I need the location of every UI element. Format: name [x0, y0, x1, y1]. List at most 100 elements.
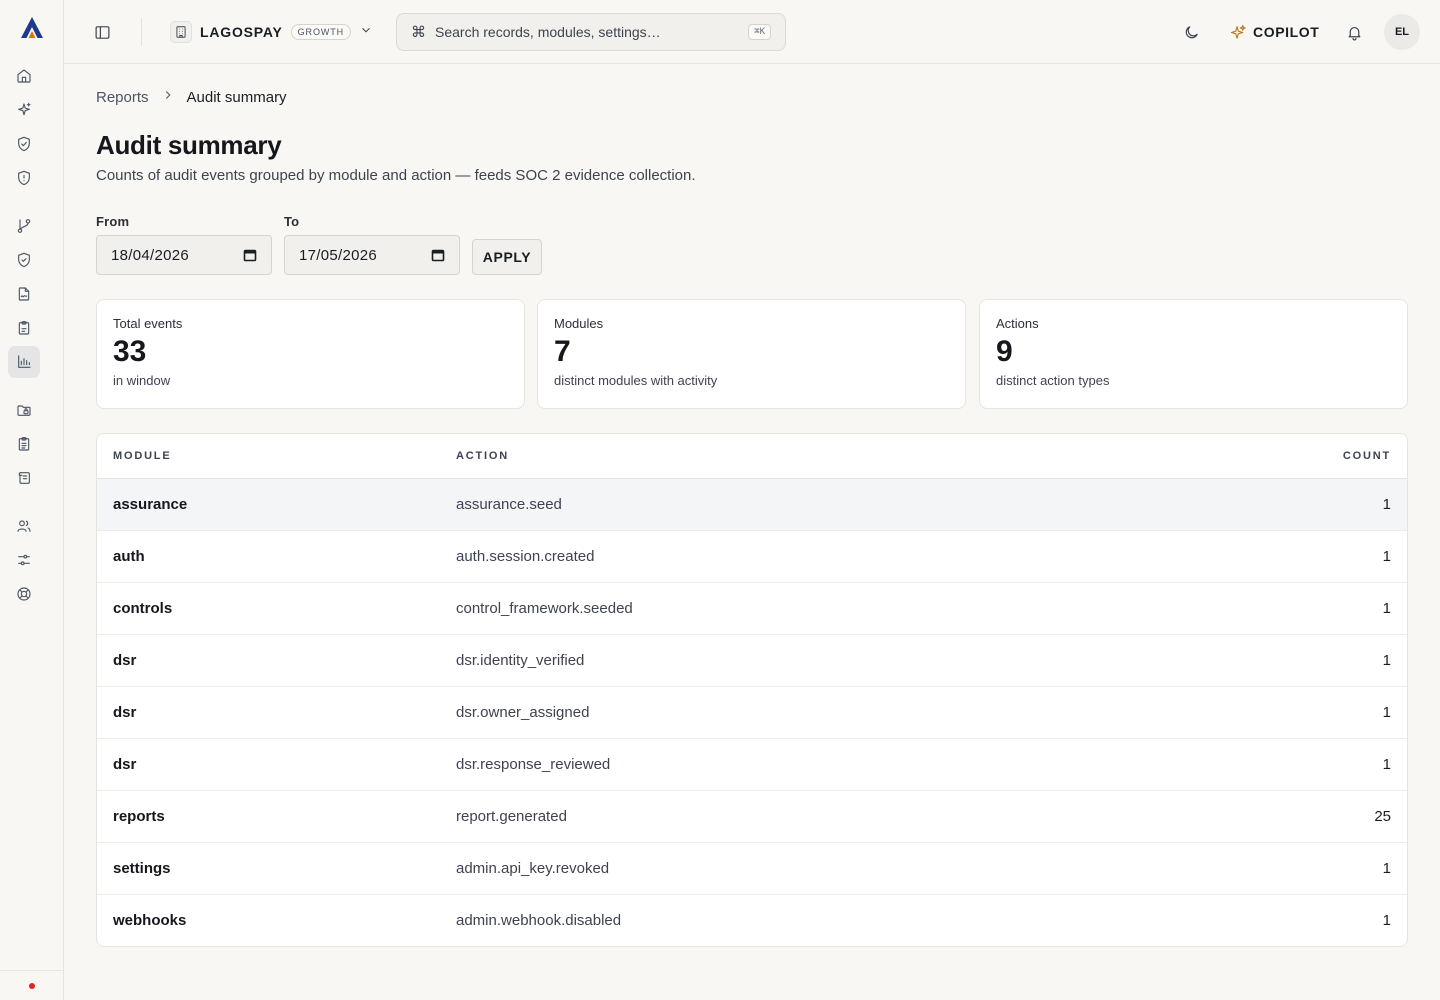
cell-count: 1 [1247, 582, 1407, 635]
table-header-row: MODULE ACTION COUNT [97, 434, 1407, 479]
cell-module: dsr [97, 634, 440, 687]
table-row[interactable]: auth auth.session.created 1 [97, 530, 1407, 583]
cell-count: 1 [1247, 634, 1407, 687]
stat-label: Actions [996, 316, 1039, 331]
sidebar-toggle-icon[interactable] [86, 16, 118, 48]
plan-badge: GROWTH [290, 24, 352, 40]
cell-module: controls [97, 582, 440, 635]
tenant-name: LAGOSPAY [200, 24, 283, 40]
audit-summary-table: MODULE ACTION COUNT assurance assurance.… [96, 433, 1408, 947]
tenant-switcher[interactable]: LAGOSPAY GROWTH [170, 16, 373, 48]
cell-action: admin.webhook.disabled [456, 911, 622, 929]
user-avatar[interactable]: EL [1384, 14, 1420, 50]
stat-card-actions: Actions 9 distinct action types [979, 299, 1408, 409]
chevron-right-icon [161, 88, 175, 106]
cell-module: assurance [97, 478, 440, 531]
cell-action: admin.api_key.revoked [440, 842, 1247, 895]
left-rail [0, 0, 64, 1000]
table-row[interactable]: controls control_framework.seeded 1 [97, 582, 1407, 635]
cell-module: auth [97, 530, 440, 583]
breadcrumb-current: Audit summary [186, 88, 287, 106]
home-icon[interactable] [8, 60, 40, 92]
table-row[interactable]: settings admin.api_key.revoked 1 [97, 842, 1407, 895]
stat-value: 33 [113, 335, 147, 368]
column-header-action[interactable]: ACTION [440, 434, 1247, 479]
to-date-value: 17/05/2026 [299, 246, 378, 264]
stat-value: 9 [996, 335, 1013, 368]
cell-module: webhooks [113, 911, 187, 929]
sparkles-icon[interactable] [8, 94, 40, 126]
search-input[interactable] [435, 24, 739, 40]
page-title: Audit summary [96, 130, 282, 160]
building-icon [170, 21, 192, 43]
to-date-input[interactable]: 17/05/2026 [284, 235, 460, 275]
stat-label: Modules [554, 316, 604, 331]
status-indicator [29, 983, 35, 989]
table-row[interactable]: dsr dsr.identity_verified 1 [97, 634, 1407, 687]
clipboard-icon[interactable] [8, 312, 40, 344]
command-icon: ⌘ [411, 24, 426, 41]
bar-chart-icon[interactable] [8, 346, 40, 378]
cell-count: 25 [1247, 790, 1407, 843]
shield-icon[interactable] [8, 244, 40, 276]
stat-card-modules: Modules 7 distinct modules with activity [537, 299, 966, 409]
from-date-value: 18/04/2026 [111, 246, 190, 264]
stat-subtext: distinct modules with activity [554, 373, 718, 388]
cell-action: dsr.identity_verified [440, 634, 1247, 687]
cell-action: assurance.seed [440, 478, 1247, 531]
calendar-icon[interactable] [243, 248, 257, 262]
table-row[interactable]: assurance assurance.seed 1 [97, 478, 1407, 531]
life-buoy-icon[interactable] [8, 578, 40, 610]
shield-alert-icon[interactable] [8, 162, 40, 194]
clipboard-list-icon[interactable] [8, 428, 40, 460]
global-search[interactable]: ⌘ ⌘K [396, 13, 786, 51]
copilot-label: COPILOT [1253, 24, 1320, 40]
cell-action: dsr.response_reviewed [440, 738, 1247, 791]
apply-button[interactable]: APPLY [472, 239, 542, 275]
divider [141, 18, 142, 46]
app-logo[interactable] [18, 14, 46, 42]
calendar-icon[interactable] [431, 248, 445, 262]
top-bar: LAGOSPAY GROWTH ⌘ ⌘K COPILOT EL [64, 0, 1440, 64]
chevron-down-icon[interactable] [359, 23, 373, 42]
breadcrumb-reports-link[interactable]: Reports [96, 89, 149, 106]
cell-count: 1 [1247, 530, 1407, 583]
cell-action: report.generated [440, 790, 1247, 843]
table-row[interactable]: reports report.generated 25 [97, 790, 1407, 843]
stat-card-total-events: Total events 33 in window [96, 299, 525, 409]
cell-action: dsr.owner_assigned [440, 686, 1247, 739]
from-date-input[interactable]: 18/04/2026 [96, 235, 272, 275]
folder-lock-icon[interactable] [8, 394, 40, 426]
bell-icon[interactable] [1338, 16, 1370, 48]
cell-count: 1 [1382, 911, 1391, 929]
cell-count: 1 [1247, 738, 1407, 791]
column-header-count[interactable]: COUNT [1247, 434, 1407, 479]
from-label: From [96, 214, 130, 229]
summary-stats: Total events 33 in window Modules 7 dist… [96, 299, 1408, 409]
breadcrumb: Reports Audit summary [96, 88, 287, 106]
cell-module: dsr [97, 738, 440, 791]
cell-count: 1 [1247, 686, 1407, 739]
table-row[interactable]: dsr dsr.response_reviewed 1 [97, 738, 1407, 791]
page-description: Counts of audit events grouped by module… [96, 167, 696, 184]
cell-action: control_framework.seeded [440, 582, 1247, 635]
copilot-button[interactable]: COPILOT [1230, 16, 1319, 48]
rail-footer [0, 970, 63, 1000]
table-row[interactable]: webhooks admin.webhook.disabled 1 [97, 894, 1407, 946]
scroll-icon[interactable] [8, 462, 40, 494]
file-signature-icon[interactable] [8, 278, 40, 310]
git-branch-icon[interactable] [8, 210, 40, 242]
sparkles-icon [1230, 24, 1246, 39]
stat-subtext: distinct action types [996, 373, 1110, 388]
app-shell: LAGOSPAY GROWTH ⌘ ⌘K COPILOT EL Reports [0, 0, 1440, 1000]
users-icon[interactable] [8, 510, 40, 542]
table-row[interactable]: dsr dsr.owner_assigned 1 [97, 686, 1407, 739]
moon-icon[interactable] [1175, 16, 1207, 48]
shield-check-icon[interactable] [8, 128, 40, 160]
cell-count: 1 [1247, 478, 1407, 531]
cell-action: auth.session.created [440, 530, 1247, 583]
to-label: To [284, 214, 300, 229]
search-shortcut-hint: ⌘K [748, 24, 771, 40]
sliders-icon[interactable] [8, 544, 40, 576]
column-header-module[interactable]: MODULE [97, 434, 440, 479]
